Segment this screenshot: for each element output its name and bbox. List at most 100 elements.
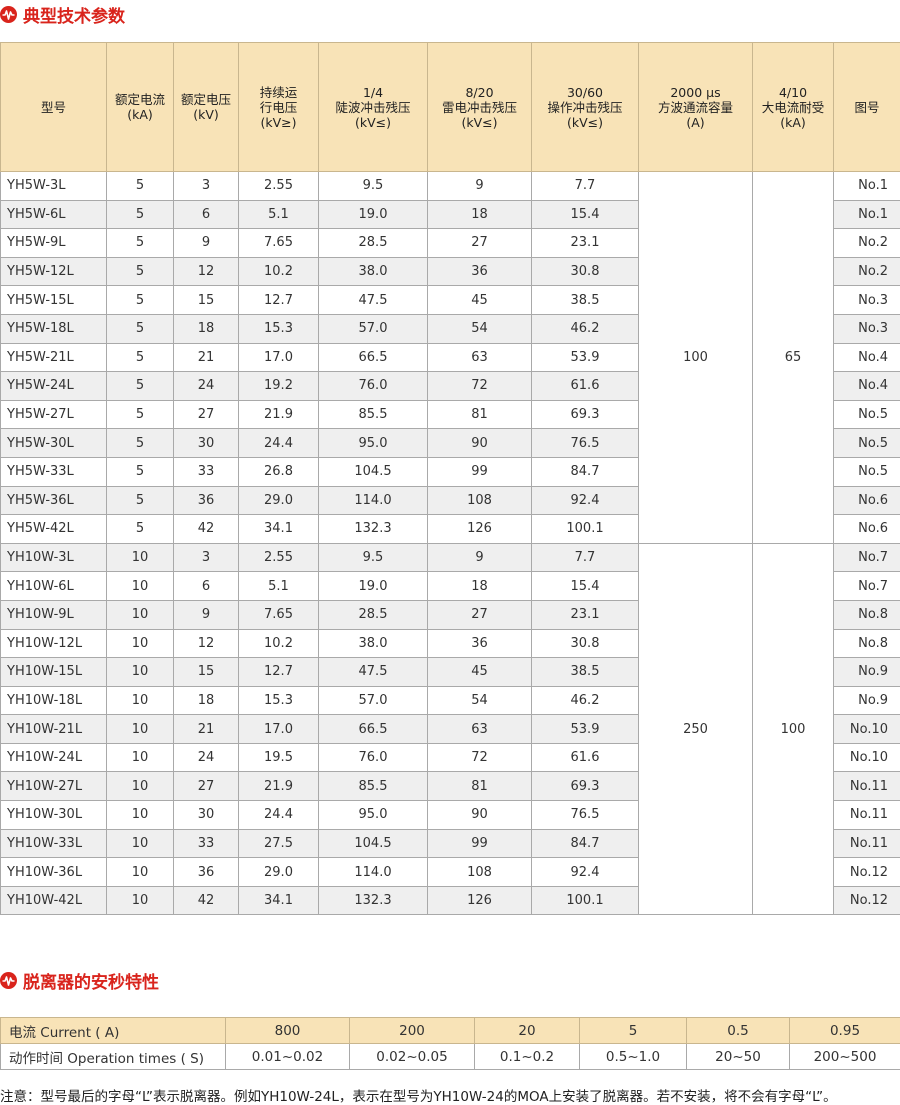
value-cell: 6	[174, 572, 239, 601]
value-cell: 46.2	[532, 314, 639, 343]
value-cell: 36	[428, 629, 532, 658]
value-cell: 5	[107, 486, 174, 515]
value-cell: 10	[107, 886, 174, 915]
spec-table-header: 型号额定电流 (kA)额定电压 (kV)持续运 行电压 (kV≥)1/4 陡波冲…	[1, 43, 900, 172]
value-cell: 15.4	[532, 572, 639, 601]
value-cell: 21.9	[239, 772, 319, 801]
value-cell: 108	[428, 486, 532, 515]
header-label: 30/60 操作冲击残压 (kV≤)	[532, 85, 638, 130]
pulse-wave-icon	[0, 972, 17, 989]
model-cell: YH10W-9L	[1, 600, 107, 629]
value-cell: 72	[428, 743, 532, 772]
value-cell: 27	[174, 400, 239, 429]
value-cell: 108	[428, 858, 532, 887]
value-cell: 24.4	[239, 801, 319, 830]
value-cell: 104.5	[319, 829, 428, 858]
value-cell: 30	[174, 429, 239, 458]
header-cell: 持续运 行电压 (kV≥)	[239, 43, 319, 172]
value-cell: 45	[428, 658, 532, 687]
value-cell: 10	[107, 715, 174, 744]
header-label: 额定电流 (kA)	[107, 92, 173, 122]
value-cell: 5	[107, 400, 174, 429]
model-cell: YH5W-24L	[1, 372, 107, 401]
time-label: 动作时间 Operation times ( S)	[1, 1044, 226, 1070]
value-cell: 30.8	[532, 257, 639, 286]
model-cell: YH5W-21L	[1, 343, 107, 372]
model-cell: YH10W-27L	[1, 772, 107, 801]
value-cell: 5	[107, 515, 174, 544]
header-label: 4/10 大电流耐受 (kA)	[753, 85, 833, 130]
model-cell: YH5W-36L	[1, 486, 107, 515]
value-cell: 100.1	[532, 886, 639, 915]
value-cell: 5.1	[239, 200, 319, 229]
model-cell: YH10W-3L	[1, 543, 107, 572]
model-cell: YH5W-15L	[1, 286, 107, 315]
figure-number-cell: No.1	[834, 200, 900, 229]
value-cell: 47.5	[319, 286, 428, 315]
figure-number-cell: No.8	[834, 629, 900, 658]
figure-number-cell: No.5	[834, 400, 900, 429]
value-cell: 95.0	[319, 801, 428, 830]
value-cell: 54	[428, 686, 532, 715]
value-cell: 9.5	[319, 172, 428, 201]
value-cell: 84.7	[532, 457, 639, 486]
value-cell: 15.4	[532, 200, 639, 229]
value-cell: 10	[107, 801, 174, 830]
header-label: 8/20 雷电冲击残压 (kV≤)	[428, 85, 531, 130]
value-cell: 132.3	[319, 886, 428, 915]
model-cell: YH5W-6L	[1, 200, 107, 229]
figure-number-cell: No.6	[834, 515, 900, 544]
value-cell: 126	[428, 515, 532, 544]
square-wave-capacity-cell: 100	[639, 172, 753, 544]
figure-number-cell: No.11	[834, 829, 900, 858]
time-value-cell: 0.01~0.02	[226, 1044, 350, 1070]
figure-number-cell: No.10	[834, 715, 900, 744]
value-cell: 90	[428, 429, 532, 458]
value-cell: 3	[174, 172, 239, 201]
current-value-cell: 20	[475, 1018, 580, 1044]
time-value-cell: 0.1~0.2	[475, 1044, 580, 1070]
value-cell: 38.0	[319, 257, 428, 286]
value-cell: 45	[428, 286, 532, 315]
header-cell: 图号	[834, 43, 900, 172]
value-cell: 10	[107, 600, 174, 629]
spec-section-title: 典型技术参数	[0, 2, 125, 27]
model-cell: YH10W-6L	[1, 572, 107, 601]
value-cell: 7.7	[532, 543, 639, 572]
pulse-wave-icon	[0, 6, 17, 23]
figure-number-cell: No.5	[834, 429, 900, 458]
value-cell: 12.7	[239, 286, 319, 315]
value-cell: 18	[428, 572, 532, 601]
figure-number-cell: No.2	[834, 257, 900, 286]
value-cell: 38.5	[532, 286, 639, 315]
model-cell: YH5W-27L	[1, 400, 107, 429]
value-cell: 21	[174, 343, 239, 372]
value-cell: 5	[107, 343, 174, 372]
value-cell: 76.5	[532, 429, 639, 458]
value-cell: 12.7	[239, 658, 319, 687]
value-cell: 9	[174, 600, 239, 629]
square-wave-capacity-cell: 250	[639, 543, 753, 915]
release-current-row: 电流 Current ( A) 8002002050.50.95	[1, 1018, 900, 1044]
release-section-title: 脱离器的安秒特性	[0, 968, 159, 993]
value-cell: 21.9	[239, 400, 319, 429]
value-cell: 28.5	[319, 229, 428, 258]
time-value-cell: 0.02~0.05	[350, 1044, 475, 1070]
header-cell: 额定电流 (kA)	[107, 43, 174, 172]
value-cell: 27	[174, 772, 239, 801]
value-cell: 30.8	[532, 629, 639, 658]
figure-number-cell: No.12	[834, 886, 900, 915]
header-label: 图号	[834, 100, 900, 115]
value-cell: 69.3	[532, 772, 639, 801]
value-cell: 15	[174, 286, 239, 315]
model-cell: YH5W-30L	[1, 429, 107, 458]
value-cell: 10.2	[239, 257, 319, 286]
model-cell: YH10W-33L	[1, 829, 107, 858]
value-cell: 5	[107, 457, 174, 486]
value-cell: 23.1	[532, 229, 639, 258]
value-cell: 19.0	[319, 200, 428, 229]
value-cell: 10	[107, 858, 174, 887]
spec-section-title-text: 典型技术参数	[23, 2, 125, 27]
value-cell: 24.4	[239, 429, 319, 458]
header-cell: 4/10 大电流耐受 (kA)	[753, 43, 834, 172]
